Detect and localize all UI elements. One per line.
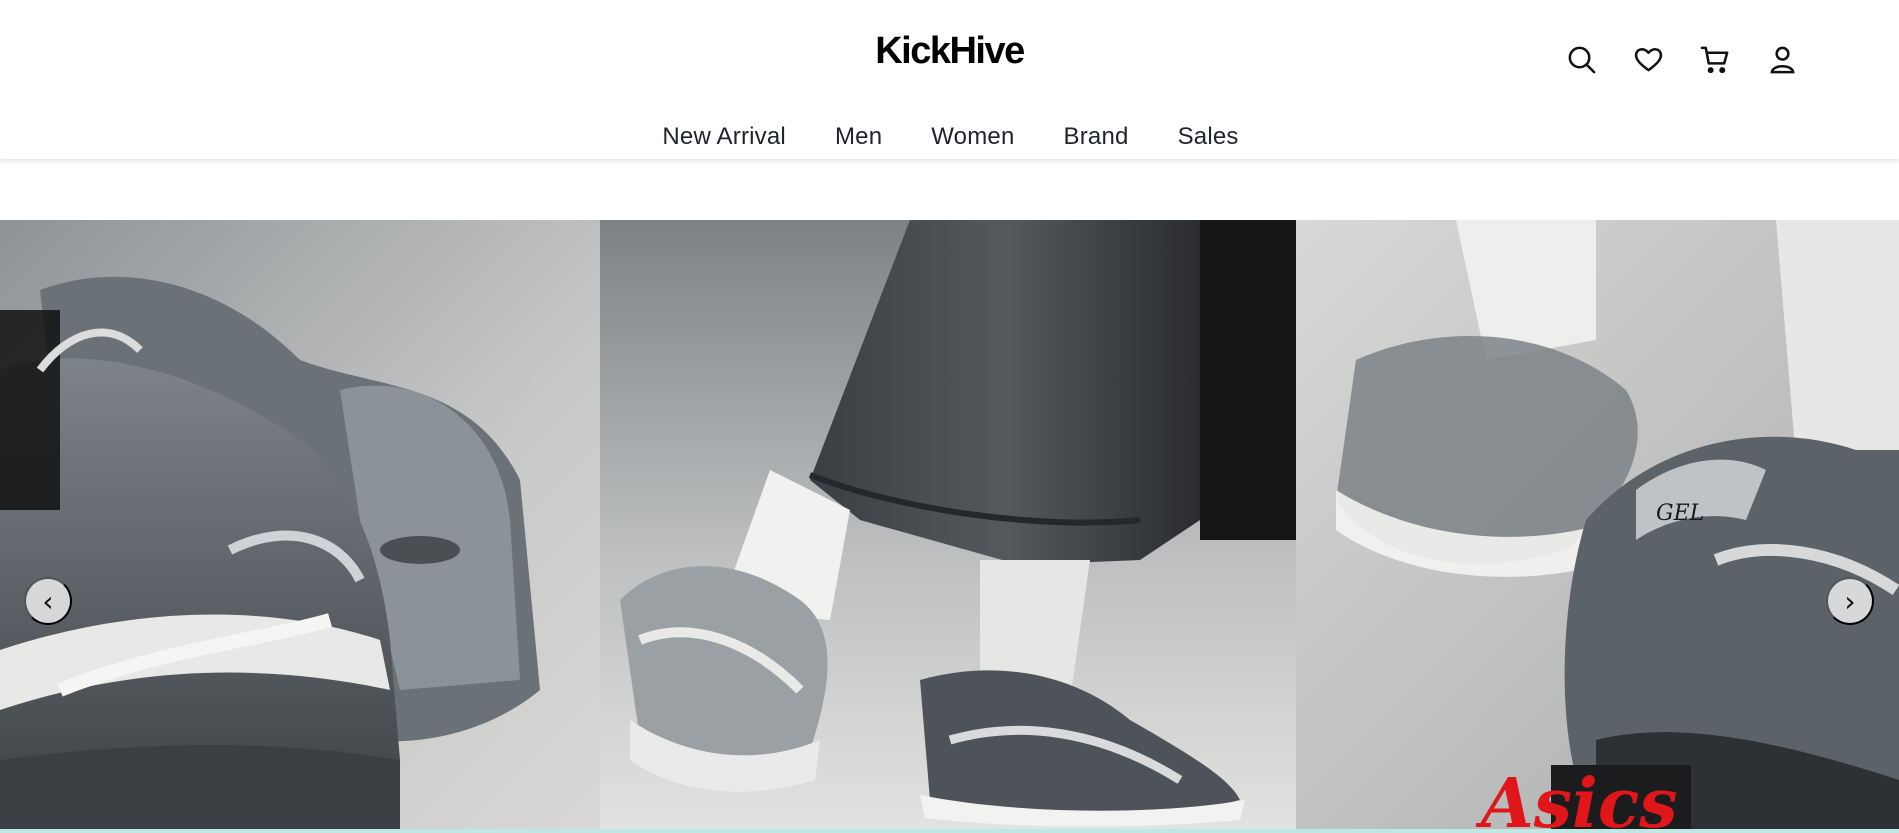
carousel-next-button[interactable]: › xyxy=(1826,577,1874,625)
header-icons xyxy=(1566,44,1798,75)
cart-icon[interactable] xyxy=(1700,44,1731,75)
asics-brand-script: Asics xyxy=(1475,764,1678,829)
asics-sneaker-image: GEL Asics xyxy=(1296,220,1899,829)
walking-sneakers-image xyxy=(600,220,1296,829)
nav-item-brand[interactable]: Brand xyxy=(1064,122,1129,152)
site-header: KickHive New Arrival Men Women Brand Sal… xyxy=(0,0,1899,159)
hero-slide-1[interactable] xyxy=(0,220,600,829)
main-nav: New Arrival Men Women Brand Sales xyxy=(0,122,1899,152)
hero-slide-3[interactable]: GEL Asics xyxy=(1296,220,1899,829)
user-icon[interactable] xyxy=(1767,44,1798,75)
heart-icon[interactable] xyxy=(1633,44,1664,75)
nav-item-sales[interactable]: Sales xyxy=(1178,122,1239,152)
gel-logo-text: GEL xyxy=(1656,501,1704,526)
hero-carousel: GEL Asics ‹ › xyxy=(0,220,1899,829)
nav-item-new-arrival[interactable]: New Arrival xyxy=(662,122,786,152)
nav-item-men[interactable]: Men xyxy=(835,122,882,152)
nav-item-women[interactable]: Women xyxy=(931,122,1014,152)
hero-slide-2[interactable] xyxy=(600,220,1296,829)
search-icon[interactable] xyxy=(1566,44,1597,75)
sneaker-closeup-image xyxy=(0,220,600,829)
carousel-prev-button[interactable]: ‹ xyxy=(24,577,72,625)
bottom-accent-strip xyxy=(0,829,1899,833)
